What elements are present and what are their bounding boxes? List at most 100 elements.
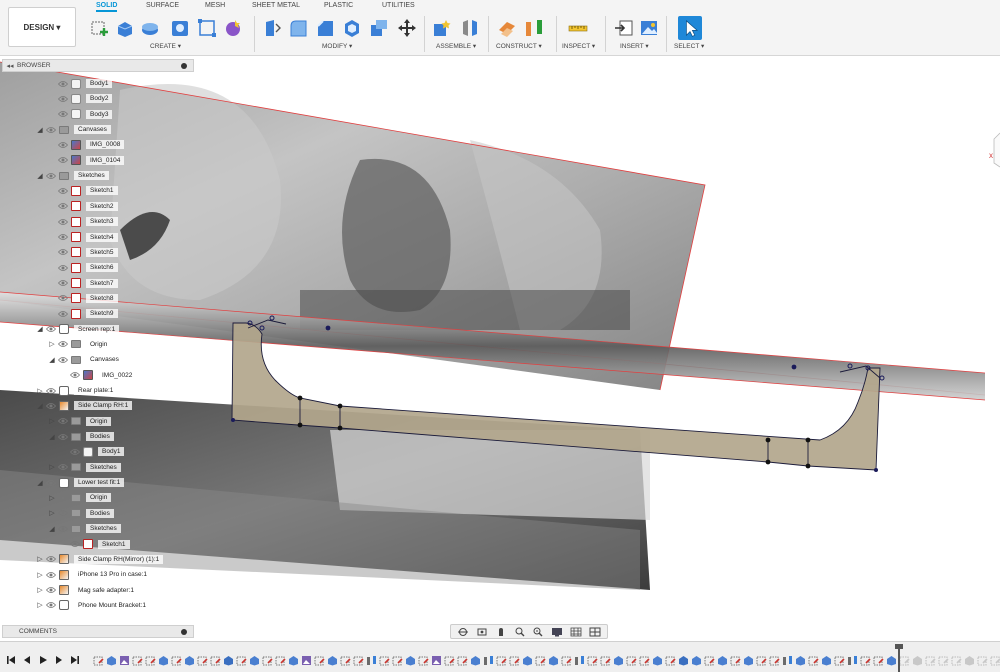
timeline-body-icon[interactable] [157,654,169,666]
tab-solid[interactable]: SOLID [96,2,118,12]
browser-tree-item[interactable]: Sketch8 [48,292,118,305]
timeline-sketch-icon[interactable] [508,654,520,666]
viewports-icon[interactable] [588,627,601,637]
construct-menu[interactable]: CONSTRUCT ▾ [496,42,542,50]
sketch-point[interactable] [765,459,771,465]
move-icon[interactable] [397,18,417,38]
browser-tree-item[interactable]: ▷ Origin [48,338,112,351]
timeline-body-icon[interactable] [248,654,260,666]
timeline-sketch-icon[interactable] [872,654,884,666]
timeline-sketch-icon[interactable] [768,654,780,666]
browser-tree-item[interactable]: ◢ Side Clamp RH:1 [36,399,133,412]
fit-icon[interactable] [532,627,545,637]
timeline-sketch-icon[interactable] [170,654,182,666]
timeline-sketch-icon[interactable] [859,654,871,666]
collapse-triangle-icon[interactable]: ◢ [48,356,56,364]
timeline-sketch-icon[interactable] [534,654,546,666]
browser-tree-item[interactable]: ◢ Canvases [36,123,111,136]
browser-tree-item[interactable]: ▷ iPhone 13 Pro in case:1 [36,568,152,581]
visibility-eye-icon[interactable] [58,525,68,533]
play-icon[interactable] [38,655,48,665]
visibility-eye-icon[interactable] [58,248,68,256]
timeline-body-icon[interactable] [716,654,728,666]
timeline-sketch-icon[interactable] [924,654,936,666]
expand-triangle-icon[interactable]: ▷ [48,463,56,471]
expand-triangle-icon[interactable]: ▷ [48,509,56,517]
select-cursor-icon[interactable] [678,16,702,40]
sketch-point[interactable] [325,325,331,331]
browser-tree-item[interactable]: ◢ Sketches [48,522,121,535]
sketch-point[interactable] [231,418,235,422]
timeline-sketch-icon[interactable] [417,654,429,666]
browser-tree-item[interactable]: IMG_0022 [60,369,137,382]
timeline-marker[interactable] [895,644,903,672]
visibility-eye-icon[interactable] [58,110,68,118]
press-pull-icon[interactable] [262,18,282,38]
timeline-body-icon[interactable] [911,654,923,666]
visibility-eye-icon[interactable] [46,387,56,395]
collapse-browser-icon[interactable]: ◂◂ [3,62,17,70]
visibility-eye-icon[interactable] [58,294,68,302]
visibility-eye-icon[interactable] [70,540,80,548]
measure-icon[interactable] [568,18,588,38]
visibility-eye-icon[interactable] [46,601,56,609]
timeline-sketch-icon[interactable] [625,654,637,666]
browser-tree-item[interactable]: ▷ Sketches [48,461,121,474]
timeline-sketch-icon[interactable] [833,654,845,666]
sketch-point[interactable] [805,463,811,469]
offset-plane-icon[interactable] [497,18,517,38]
sketch-point[interactable] [297,422,303,428]
timeline-sketch-icon[interactable] [378,654,390,666]
expand-triangle-icon[interactable]: ▷ [36,555,44,563]
browser-pin-icon[interactable] [181,62,187,69]
visibility-eye-icon[interactable] [46,479,56,487]
browser-tree-item[interactable]: Body3 [48,108,113,121]
browser-tree-item[interactable]: Sketch1 [48,184,118,197]
visibility-eye-icon[interactable] [58,279,68,287]
sketch-point[interactable] [791,364,797,370]
timeline-sketch-icon[interactable] [664,654,676,666]
comments-pin-icon[interactable] [181,628,187,635]
timeline-sketch-icon[interactable] [755,654,767,666]
browser-tree-item[interactable]: ▷ Mag safe adapter:1 [36,584,139,597]
browser-tree-item[interactable]: ◢ Screen rep:1 [36,323,120,336]
combine-icon[interactable] [369,18,389,38]
timeline-joint-icon[interactable] [573,654,585,666]
collapse-triangle-icon[interactable]: ◢ [36,172,44,180]
timeline-canvas-icon[interactable] [300,654,312,666]
timeline-sketch-icon[interactable] [950,654,962,666]
step-back-icon[interactable] [22,655,32,665]
visibility-eye-icon[interactable] [46,571,56,579]
visibility-eye-icon[interactable] [46,172,56,180]
timeline-sketch-icon[interactable] [638,654,650,666]
timeline-canvas-icon[interactable] [118,654,130,666]
display-settings-icon[interactable] [551,627,564,637]
timeline-sketch-icon[interactable] [729,654,741,666]
collapse-triangle-icon[interactable]: ◢ [36,479,44,487]
visibility-eye-icon[interactable] [58,218,68,226]
visibility-eye-icon[interactable] [58,264,68,272]
insert-image-icon[interactable] [639,18,659,38]
browser-tree-item[interactable]: ▷ Rear plate:1 [36,384,118,397]
timeline-sketch-icon[interactable] [456,654,468,666]
hole-icon[interactable] [170,18,190,38]
new-component-icon[interactable] [432,18,452,38]
midplane-icon[interactable] [524,18,544,38]
timeline-body-icon[interactable] [651,654,663,666]
expand-triangle-icon[interactable]: ▷ [48,417,56,425]
browser-tree-item[interactable]: ◢ Lower test fit:1 [36,476,125,489]
create-menu[interactable]: CREATE ▾ [150,42,181,50]
timeline-sketch-icon[interactable] [313,654,325,666]
timeline-sketch-icon[interactable] [352,654,364,666]
timeline-body-icon[interactable] [794,654,806,666]
timeline-sketch-icon[interactable] [586,654,598,666]
collapse-triangle-icon[interactable]: ◢ [48,525,56,533]
visibility-eye-icon[interactable] [58,202,68,210]
sketch-point[interactable] [337,425,343,431]
browser-tree-item[interactable]: ▷ Side Clamp RH(Mirror) (1):1 [36,553,164,566]
browser-tree-item[interactable]: Body2 [48,92,113,105]
visibility-eye-icon[interactable] [46,126,56,134]
sketch-point[interactable] [337,403,343,409]
new-sketch-icon[interactable] [90,18,110,38]
browser-tree-item[interactable]: Sketch1 [60,538,130,551]
